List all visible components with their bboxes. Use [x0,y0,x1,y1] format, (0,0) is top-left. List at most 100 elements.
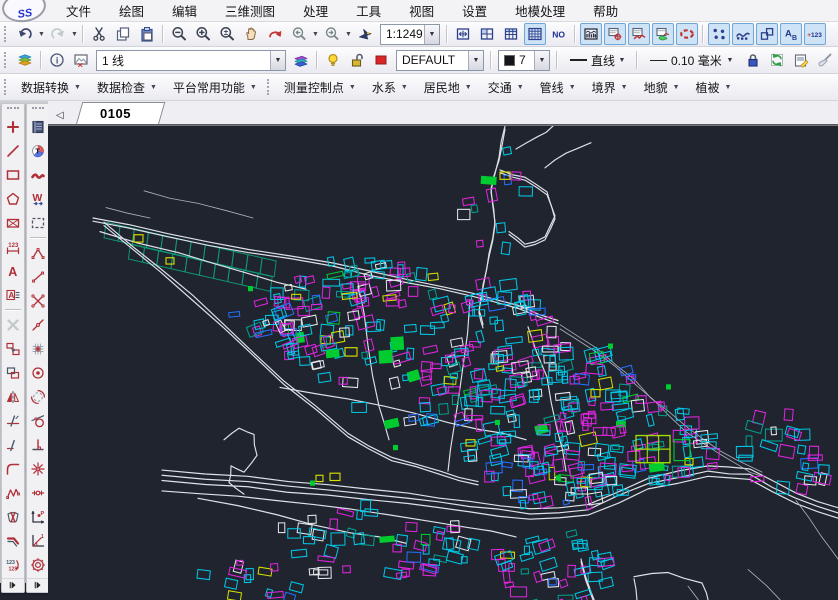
copy-object-icon[interactable] [2,338,24,360]
zoom-next-icon[interactable] [321,23,343,45]
rectangle-icon[interactable] [2,164,24,186]
zoom-previous-icon[interactable] [288,23,310,45]
menu-settings[interactable]: 设置 [448,1,501,20]
layers-stack-icon[interactable] [290,49,312,71]
fly-icon[interactable] [354,23,376,45]
extend-icon[interactable] [2,434,24,456]
center-snap-icon[interactable] [27,362,49,384]
symbol-library-icon[interactable]: T [27,140,49,162]
text-style-icon[interactable]: A [2,284,24,306]
zoom-in-icon[interactable] [192,23,214,45]
grid-dense-icon[interactable] [524,23,546,45]
layer-combo-dropdown[interactable]: ▼ [270,51,285,70]
point-locate-icon[interactable] [604,23,626,45]
data-convert-menu[interactable]: 数据转换▼ [13,79,89,96]
axis-angle-icon[interactable]: 1 [27,530,49,552]
axis-p-icon[interactable]: P [27,506,49,528]
cut-icon[interactable] [88,23,110,45]
move-object-icon[interactable] [2,362,24,384]
mirror-icon[interactable] [2,386,24,408]
toolbar-overflow-button[interactable] [27,578,49,592]
polygon-icon[interactable] [2,188,24,210]
point-plus-icon[interactable] [2,116,24,138]
line-locate-icon[interactable] [628,23,650,45]
star-divide-icon[interactable] [27,458,49,480]
target-icon[interactable] [27,554,49,576]
menu-3d-survey[interactable]: 三维测图 [211,1,289,20]
zoom-dynamic-icon[interactable]: ± [216,23,238,45]
redo-dropdown[interactable]: ▼ [70,25,79,43]
refresh-icon[interactable] [766,49,788,71]
bulb-icon[interactable] [322,49,344,71]
segment-tick-icon[interactable] [27,314,49,336]
drawing-canvas[interactable] [48,125,838,600]
undo-icon[interactable] [14,23,36,45]
lock-icon[interactable] [742,49,764,71]
color-combo[interactable]: 7▼ [498,50,550,71]
pipeline-menu[interactable]: 管线▼ [532,79,584,96]
fillet-icon[interactable] [2,458,24,480]
paste-icon[interactable] [136,23,158,45]
note-icon[interactable] [790,49,812,71]
zoom-out-icon[interactable] [168,23,190,45]
toolbar-overflow-button[interactable] [2,578,24,592]
terrain-menu[interactable]: 地貌▼ [636,79,688,96]
freehand-icon[interactable] [27,164,49,186]
trim-icon[interactable] [2,410,24,432]
data-check-menu[interactable]: 数据检查▼ [89,79,165,96]
scatter-points-icon[interactable] [708,23,730,45]
grid-table-icon[interactable] [500,23,522,45]
unlock-icon[interactable] [346,49,368,71]
tangent-icon[interactable] [27,410,49,432]
toolbar-grip[interactable] [4,52,9,68]
info-icon[interactable]: i [46,49,68,71]
scale-combo[interactable]: 1:1249▼ [380,24,440,45]
midpoint-icon[interactable] [27,482,49,504]
toolbar-grip[interactable] [4,79,9,95]
menu-tools[interactable]: 工具 [342,1,395,20]
polyline-icon[interactable] [2,482,24,504]
toolbar-grip[interactable] [4,26,9,42]
vegetation-menu[interactable]: 植被▼ [688,79,740,96]
menu-help[interactable]: 帮助 [579,1,632,20]
control-point-menu[interactable]: 测量控制点▼ [276,79,364,96]
drawing-tab[interactable]: 0105 [76,102,165,124]
lineweight-combo[interactable]: 0.10 毫米▼ [644,50,738,71]
angle-node-icon[interactable] [27,242,49,264]
color-combo-dropdown[interactable]: ▼ [534,51,549,70]
grid-partial-icon[interactable] [476,23,498,45]
copy-icon[interactable] [112,23,134,45]
intersect-icon[interactable] [27,290,49,312]
zoom-next-dropdown[interactable]: ▼ [344,25,353,43]
scale-combo-dropdown[interactable]: ▼ [424,25,439,44]
zoom-previous-dropdown[interactable]: ▼ [311,25,320,43]
traffic-menu[interactable]: 交通▼ [480,79,532,96]
text-a-icon[interactable]: A [2,260,24,282]
tab-scroll-left-icon[interactable]: ◁ [56,110,64,121]
linetype-combo-dropdown[interactable]: ▼ [615,51,629,70]
perpendicular-icon[interactable] [27,434,49,456]
style-combo[interactable]: DEFAULT▼ [396,50,484,71]
lasso-icon[interactable] [676,23,698,45]
pan-icon[interactable] [240,23,262,45]
layer-manager-icon[interactable] [14,49,36,71]
line-icon[interactable] [2,140,24,162]
grid-snap-icon[interactable] [27,338,49,360]
brush-icon[interactable] [814,49,836,71]
area-locate-icon[interactable] [652,23,674,45]
rotate-number-icon[interactable]: 123123 [2,554,24,576]
linetype-combo[interactable]: 直线▼ [564,50,630,71]
capture-icon[interactable] [70,49,92,71]
text-ab-icon[interactable]: AB [780,23,802,45]
platform-tools-menu[interactable]: 平台常用功能▼ [165,79,265,96]
break-icon[interactable] [2,506,24,528]
style-combo-dropdown[interactable]: ▼ [468,51,483,70]
hatch-icon[interactable] [2,212,24,234]
blocks-icon[interactable] [756,23,778,45]
vegetation-icon[interactable]: W [27,188,49,210]
residential-menu[interactable]: 居民地▼ [416,79,480,96]
toolbar-grip[interactable] [267,79,272,95]
lineweight-combo-dropdown[interactable]: ▼ [723,51,737,70]
menu-edit[interactable]: 编辑 [158,1,211,20]
grid-extents-icon[interactable] [452,23,474,45]
